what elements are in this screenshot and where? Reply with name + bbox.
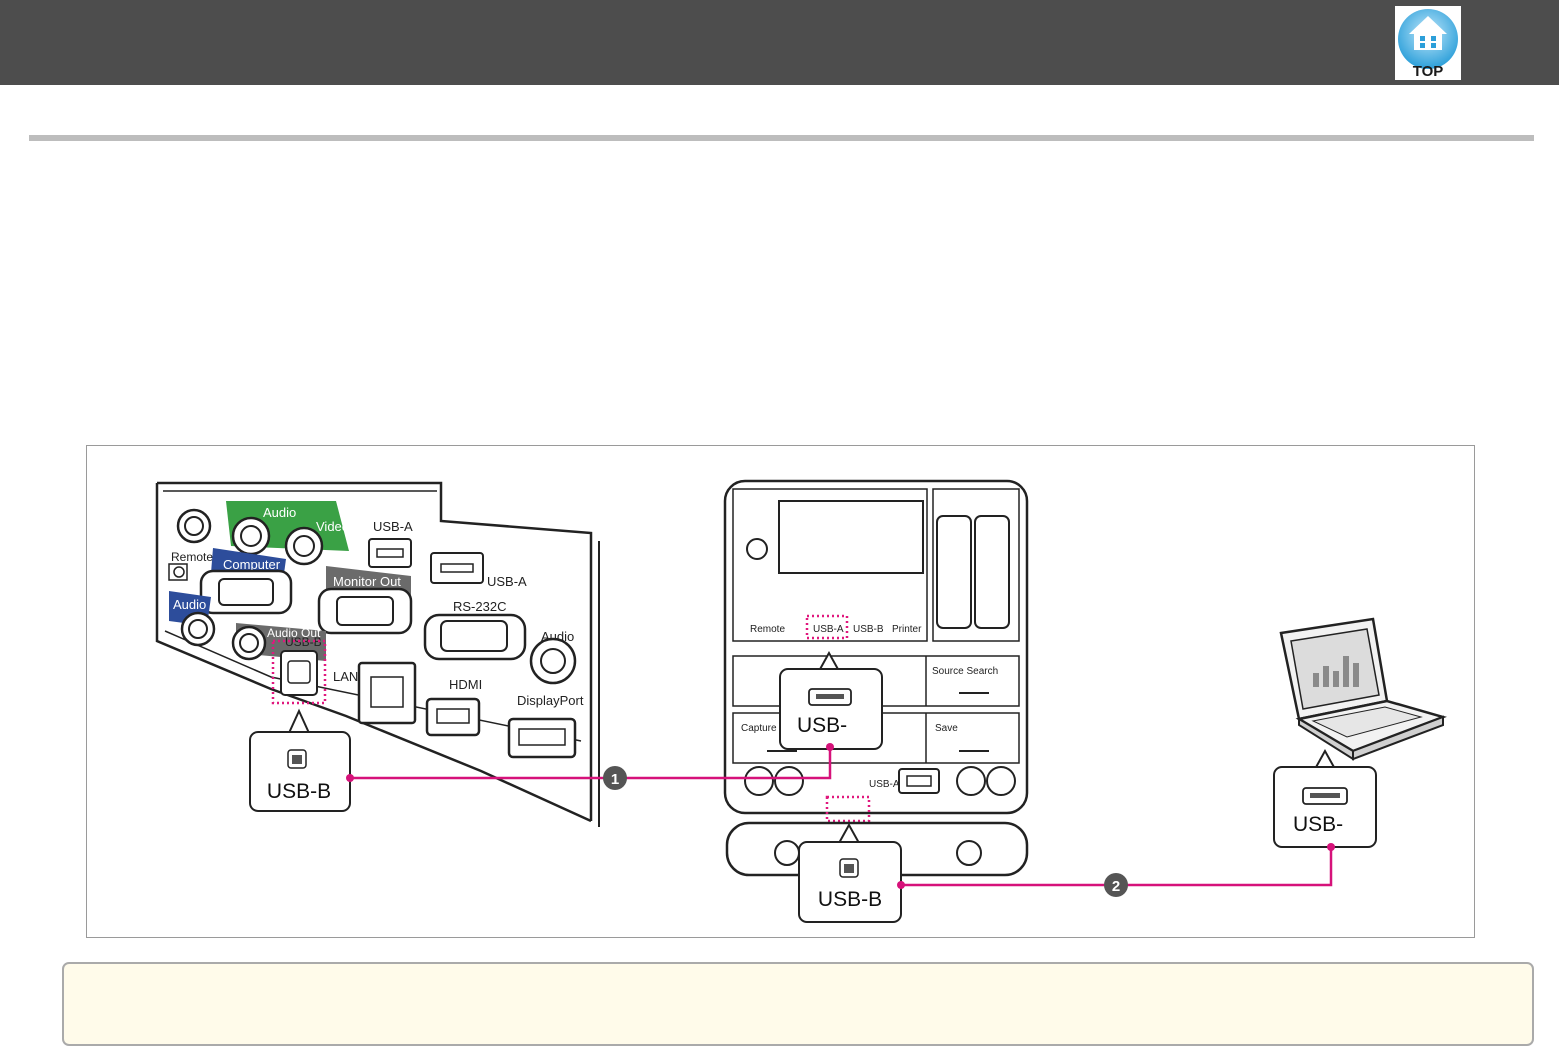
pad-label-usb-a: USB-A bbox=[813, 624, 844, 635]
port-rs232c: RS-232C bbox=[453, 599, 506, 614]
port-displayport: DisplayPort bbox=[517, 693, 584, 708]
pad-label-remote: Remote bbox=[750, 624, 785, 635]
port-usb-a-2: USB-A bbox=[487, 574, 527, 589]
pad-front-usb-a: USB-A bbox=[869, 779, 900, 790]
connection-diagram: Audio Video USB-A USB-A Remote Computer … bbox=[155, 479, 1447, 923]
svg-text:1: 1 bbox=[611, 771, 619, 788]
callout-wall-label: USB-B bbox=[267, 780, 331, 803]
callout-pad-usb-b-label: USB-B bbox=[818, 888, 882, 911]
port-monitor-out: Monitor Out bbox=[333, 574, 401, 589]
note-box bbox=[62, 962, 1534, 1046]
callout-laptop-label: USB- bbox=[1293, 813, 1343, 836]
top-label: TOP bbox=[1413, 63, 1444, 80]
pad-button-save: Save bbox=[935, 723, 958, 734]
port-lan: LAN bbox=[333, 669, 358, 684]
pad-button-capture: Capture bbox=[741, 723, 777, 734]
top-button[interactable]: TOP bbox=[1395, 6, 1461, 80]
wall-panel: Audio Video USB-A USB-A Remote Computer … bbox=[155, 481, 600, 827]
pad-label-printer: Printer bbox=[892, 624, 922, 635]
pad-label-usb-b: USB-B bbox=[853, 624, 884, 635]
connection-figure: Audio Video USB-A USB-A Remote Computer … bbox=[86, 445, 1475, 938]
port-usb-a-1: USB-A bbox=[373, 519, 413, 534]
pad-button-source-search: Source Search bbox=[932, 666, 998, 677]
home-icon: TOP bbox=[1395, 6, 1461, 80]
port-hdmi: HDMI bbox=[449, 677, 482, 692]
port-remote: Remote bbox=[171, 550, 213, 564]
callout-laptop-usb: USB- bbox=[1273, 748, 1377, 848]
callout-pad-usb-a-label: USB- bbox=[797, 714, 847, 737]
port-audio-blue: Audio bbox=[173, 597, 206, 612]
port-audio-green: Audio bbox=[263, 505, 296, 520]
port-video: Video bbox=[316, 519, 349, 534]
laptop bbox=[1279, 617, 1447, 761]
callout-wall-usb-b: USB-B bbox=[249, 708, 351, 812]
svg-text:2: 2 bbox=[1112, 878, 1120, 895]
header-bar: TOP bbox=[0, 0, 1559, 85]
section-divider bbox=[29, 135, 1534, 141]
